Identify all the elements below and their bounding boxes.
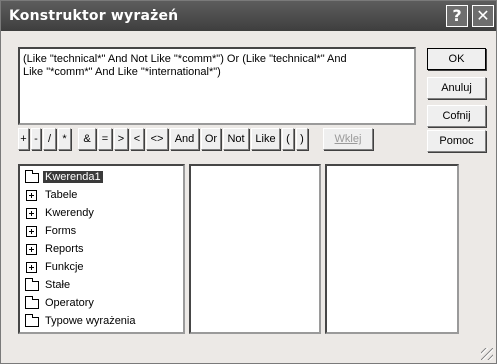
folder-icon xyxy=(25,314,39,327)
op-not-equal-button[interactable]: <> xyxy=(146,128,168,150)
ok-button[interactable]: OK xyxy=(427,48,486,70)
folder-icon xyxy=(25,296,39,309)
tree-item-label: Typowe wyrażenia xyxy=(45,315,136,327)
expand-plus-icon[interactable] xyxy=(26,208,37,219)
op-and-button[interactable]: And xyxy=(170,128,199,150)
window-title: Konstruktor wyrażeń xyxy=(9,8,179,24)
expression-builder-window: Konstruktor wyrażeń ? ✕ (Like "technical… xyxy=(0,0,497,364)
op-greater-button[interactable]: > xyxy=(114,128,128,150)
tree-item[interactable]: Forms xyxy=(22,222,182,240)
help-button[interactable]: Pomoc xyxy=(427,130,486,152)
tree-item[interactable]: Typowe wyrażenia xyxy=(22,312,182,330)
tree-item[interactable]: Funkcje xyxy=(22,258,182,276)
expand-plus-icon[interactable] xyxy=(26,262,37,273)
cancel-button[interactable]: Anuluj xyxy=(427,77,486,99)
op-plus-button[interactable]: + xyxy=(18,128,29,150)
close-icon: ✕ xyxy=(476,6,490,25)
categories-list-pane[interactable] xyxy=(189,164,321,334)
tree-item[interactable]: Reports xyxy=(22,240,182,258)
expression-line-2: Like "*comm*" And Like "*international*"… xyxy=(23,66,221,78)
tree-item[interactable]: Stałe xyxy=(22,276,182,294)
tree-item-label: Forms xyxy=(45,225,77,237)
op-or-button[interactable]: Or xyxy=(201,128,221,150)
resize-grip[interactable] xyxy=(481,348,493,360)
op-equals-button[interactable]: = xyxy=(98,128,112,150)
title-bar[interactable]: Konstruktor wyrażeń ? ✕ xyxy=(1,1,496,31)
values-list-pane[interactable] xyxy=(325,164,459,334)
open-folder-icon xyxy=(25,170,39,183)
expand-plus-icon[interactable] xyxy=(26,190,37,201)
elements-tree-pane[interactable]: Kwerenda1 Tabele Kwerendy Forms Reports Funkc… xyxy=(18,164,185,334)
op-minus-button[interactable]: - xyxy=(31,128,41,150)
op-not-button[interactable]: Not xyxy=(223,128,249,150)
op-open-paren-button[interactable]: ( xyxy=(282,128,294,150)
tree-item-label: Kwerendy xyxy=(45,207,94,219)
expression-line-1: (Like "technical*" And Not Like "*comm*"… xyxy=(23,53,347,65)
tree-item-label: Stałe xyxy=(45,279,71,291)
tree-item-label: Tabele xyxy=(45,189,78,201)
close-button[interactable]: ✕ xyxy=(472,5,494,27)
folder-icon xyxy=(25,278,39,291)
tree-item-label: Kwerenda1 xyxy=(43,171,103,183)
tree-item[interactable]: Kwerendy xyxy=(22,204,182,222)
undo-button[interactable]: Cofnij xyxy=(427,105,486,127)
op-multiply-button[interactable]: * xyxy=(58,128,71,150)
tree-item[interactable]: Kwerenda1 xyxy=(22,168,182,186)
help-title-button[interactable]: ? xyxy=(446,5,468,27)
question-icon: ? xyxy=(452,6,462,25)
tree-item-label: Funkcje xyxy=(45,261,84,273)
paste-button[interactable]: Wklej xyxy=(323,128,373,150)
tree-item[interactable]: Operatory xyxy=(22,294,182,312)
op-divide-button[interactable]: / xyxy=(43,128,56,150)
op-less-button[interactable]: < xyxy=(130,128,144,150)
expand-plus-icon[interactable] xyxy=(26,226,37,237)
expression-textbox[interactable]: (Like "technical*" And Not Like "*comm*"… xyxy=(18,47,416,125)
op-concat-button[interactable]: & xyxy=(78,128,96,150)
tree-item[interactable]: Tabele xyxy=(22,186,182,204)
tree-item-label: Operatory xyxy=(45,297,94,309)
op-close-paren-button[interactable]: ) xyxy=(296,128,308,150)
expand-plus-icon[interactable] xyxy=(26,244,37,255)
op-like-button[interactable]: Like xyxy=(251,128,280,150)
elements-tree: Kwerenda1 Tabele Kwerendy Forms Reports Funkc… xyxy=(22,168,182,330)
tree-item-label: Reports xyxy=(45,243,84,255)
